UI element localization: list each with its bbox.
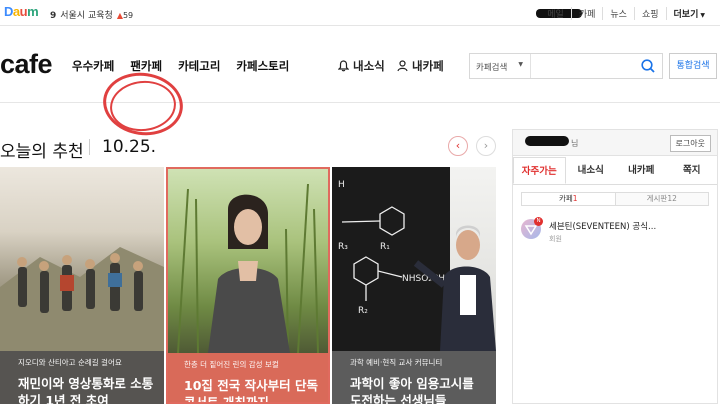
rank-number: 9 xyxy=(50,11,57,21)
subtab-board[interactable]: 게시판12 xyxy=(614,193,708,205)
caret-down-icon: ▼ xyxy=(518,61,523,68)
panel-subtabs: 카페1 게시판12 xyxy=(521,192,709,206)
list-item[interactable]: N 세븐틴(SEVENTEEN) 공식... 회원 xyxy=(521,217,711,247)
search-box: 카페검색 ▼ xyxy=(469,53,663,79)
cafe-name: 세븐틴(SEVENTEEN) 공식... xyxy=(549,222,657,232)
person-icon xyxy=(397,60,408,72)
more-menu-button[interactable]: 더보기 ▼ xyxy=(665,7,712,20)
cafe-role: 회원 xyxy=(549,235,562,243)
tab-my-cafe[interactable]: 내카페 xyxy=(616,157,667,184)
card-subtitle: 지오디와 산티아고 순례길 걸어요 xyxy=(18,358,122,367)
cafe-header: cafe 우수카페 팬카페 카테고리 카페스토리 내소식 내카페 카페검색 ▼ 통… xyxy=(0,27,720,141)
singer-photo xyxy=(177,183,319,354)
subtab-cafe-count: 1 xyxy=(572,194,578,203)
my-cafe-button[interactable]: 내카페 xyxy=(397,58,444,74)
link-mail[interactable]: 메일 xyxy=(540,7,571,20)
cafe-logo[interactable]: cafe xyxy=(0,49,53,80)
search-icon[interactable] xyxy=(640,58,656,74)
link-cafe[interactable]: 카페 xyxy=(570,7,603,20)
card-image xyxy=(0,167,164,351)
panel-header: 님 로그아웃 xyxy=(513,130,717,156)
nav-best-cafe[interactable]: 우수카페 xyxy=(72,58,114,74)
tab-frequent[interactable]: 자주가는 xyxy=(513,157,566,184)
more-label: 더보기 xyxy=(673,10,699,20)
daum-logo[interactable]: Daum xyxy=(4,4,39,19)
card-subtitle: 한층 더 짙어진 린의 감성 보컬 xyxy=(184,360,279,369)
integrated-search-button[interactable]: 통합검색 xyxy=(669,53,717,79)
redacted-username xyxy=(525,136,569,146)
bell-icon xyxy=(338,60,349,72)
top-bar: Daum 9 서울시 교육청 ▲59 메일 카페 뉴스 쇼핑 더보기 ▼ xyxy=(0,0,720,26)
nav-fan-cafe[interactable]: 팬카페 xyxy=(130,58,162,74)
tab-alerts[interactable]: 내소식 xyxy=(566,157,617,184)
next-arrow-button[interactable]: › xyxy=(476,136,496,156)
subtab-board-label: 게시판 xyxy=(646,194,668,203)
panel-tabs: 자주가는 내소식 내카페 쪽지 xyxy=(513,157,717,185)
card-caption: 한층 더 짙어진 린의 감성 보컬 10집 전국 작사부터 단독 콘서트 개최까… xyxy=(168,353,328,404)
svg-text:H: H xyxy=(338,180,345,190)
user-panel: 님 로그아웃 자주가는 내소식 내카페 쪽지 카페1 게시판12 N 세븐틴(S… xyxy=(512,129,718,404)
search-scope-label: 카페검색 xyxy=(476,63,508,73)
tab-messages[interactable]: 쪽지 xyxy=(667,157,718,184)
logout-button[interactable]: 로그아웃 xyxy=(669,135,711,152)
svg-text:R₁: R₁ xyxy=(380,242,390,252)
subtab-cafe-label: 카페 xyxy=(558,194,573,203)
hikers-illustration xyxy=(0,247,164,351)
recommend-card[interactable]: H NHSO₂CH R₂ R₃ R₁ 과학 예비·현직 교사 커뮤니티 과학이 좋아 임… xyxy=(332,167,496,404)
chevron-down-icon: ▼ xyxy=(700,12,705,19)
alerts-label: 내소식 xyxy=(353,59,385,73)
card-image: H NHSO₂CH R₂ R₃ R₁ xyxy=(332,167,496,351)
alerts-button[interactable]: 내소식 xyxy=(338,58,385,74)
subtab-board-count: 12 xyxy=(667,194,677,203)
realtime-rank[interactable]: 9 서울시 교육청 ▲59 xyxy=(50,8,133,21)
svg-text:R₃: R₃ xyxy=(338,242,348,252)
card-caption: 과학 예비·현직 교사 커뮤니티 과학이 좋아 임용고시를 도전하는 선생님들 xyxy=(332,351,496,404)
search-input[interactable] xyxy=(532,54,636,78)
section-date: 10.25. xyxy=(102,137,157,157)
prev-arrow-button[interactable]: ‹ xyxy=(448,136,468,156)
card-headline: 과학이 좋아 임용고시를 도전하는 선생님들 xyxy=(350,376,474,404)
card-headline: 10집 전국 작사부터 단독 콘서트 개최까지 xyxy=(184,378,318,404)
subtab-cafe[interactable]: 카페1 xyxy=(522,193,615,205)
rank-keyword: 서울시 교육청 xyxy=(60,11,113,21)
search-scope-select[interactable]: 카페검색 ▼ xyxy=(470,54,531,78)
my-cafe-label: 내카페 xyxy=(412,59,444,73)
chemistry-board-photo: HNHSO₂CHR₂R₃ R₁ xyxy=(332,167,496,351)
user-suffix: 님 xyxy=(571,139,579,148)
link-news[interactable]: 뉴스 xyxy=(602,7,634,20)
svg-text:R₂: R₂ xyxy=(358,306,368,316)
card-subtitle: 과학 예비·현직 교사 커뮤니티 xyxy=(350,358,443,367)
rank-change: 59 xyxy=(122,11,134,20)
nav-cafe-story[interactable]: 카페스토리 xyxy=(236,58,289,74)
section-title: 오늘의 추천 xyxy=(0,142,84,162)
recommend-card[interactable]: 한층 더 짙어진 린의 감성 보컬 10집 전국 작사부터 단독 콘서트 개최까… xyxy=(166,167,330,404)
recommend-cards: 지오디와 산티아고 순례길 걸어요 재민이와 영상통화로 소통하기 1년 전 초… xyxy=(0,167,496,404)
chevron-right-icon: › xyxy=(483,139,489,152)
card-headline: 재민이와 영상통화로 소통하기 1년 전 초여 xyxy=(18,376,154,404)
link-shopping[interactable]: 쇼핑 xyxy=(633,7,666,20)
divider xyxy=(89,139,90,155)
card-caption: 지오디와 산티아고 순례길 걸어요 재민이와 영상통화로 소통하기 1년 전 초… xyxy=(0,351,164,404)
main-nav: 우수카페 팬카페 카테고리 카페스토리 xyxy=(72,58,305,74)
chevron-left-icon: ‹ xyxy=(455,139,461,152)
card-image xyxy=(168,169,328,354)
recommend-card[interactable]: 지오디와 산티아고 순례길 걸어요 재민이와 영상통화로 소통하기 1년 전 초… xyxy=(0,167,164,404)
service-links: 메일 카페 뉴스 쇼핑 더보기 ▼ xyxy=(540,7,712,20)
nav-category[interactable]: 카테고리 xyxy=(178,58,220,74)
new-badge: N xyxy=(534,217,543,226)
